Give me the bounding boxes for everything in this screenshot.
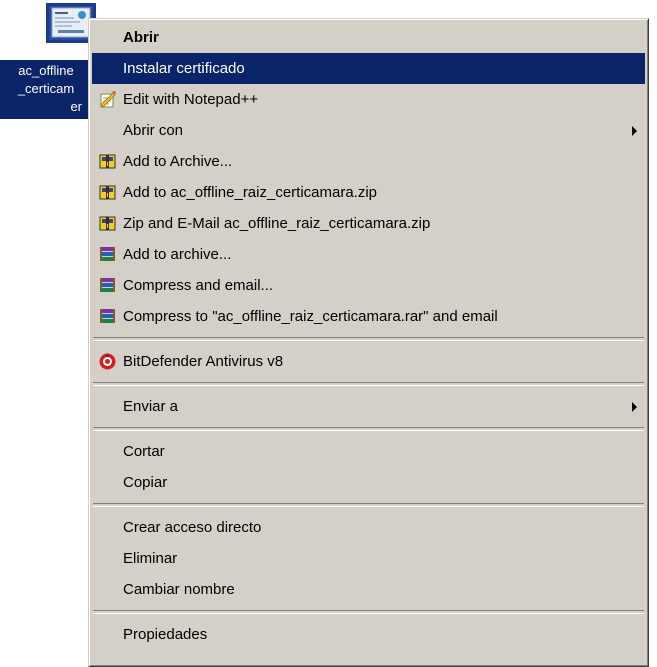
menu-item-label: Add to ac_offline_raiz_certicamara.zip: [123, 184, 378, 201]
menu-separator: [93, 337, 644, 341]
menu-item-label: Edit with Notepad++: [123, 91, 259, 108]
notepad-plus-plus-icon: [100, 91, 116, 108]
menu-item-label: Zip and E-Mail ac_offline_raiz_certicama…: [123, 215, 431, 232]
submenu-arrow-icon: [632, 402, 637, 412]
menu-separator: [93, 382, 644, 386]
menu-item-compress-to-rar-and-email[interactable]: Compress to "ac_offline_raiz_certicamara…: [92, 301, 645, 332]
menu-separator: [93, 503, 644, 507]
winrar-icon: [100, 247, 115, 261]
file-label-line-3: er: [70, 99, 82, 114]
menu-separator: [93, 610, 644, 614]
file-label-line-2: _certicam: [17, 81, 75, 96]
menu-item-propiedades[interactable]: Propiedades: [92, 619, 645, 650]
menu-item-label: Cambiar nombre: [123, 581, 235, 598]
menu-item-label: Propiedades: [123, 626, 208, 643]
menu-item-label: Copiar: [123, 474, 168, 491]
menu-item-cambiar-nombre[interactable]: Cambiar nombre: [92, 574, 645, 605]
menu-item-label: Abrir con: [123, 122, 184, 139]
menu-item-abrir-con[interactable]: Abrir con: [92, 115, 645, 146]
context-menu: Abrir Instalar certificado Edit with Not…: [88, 18, 649, 667]
menu-item-label: Compress to "ac_offline_raiz_certicamara…: [123, 308, 498, 325]
menu-item-edit-with-notepad[interactable]: Edit with Notepad++: [92, 84, 645, 115]
winzip-icon: [99, 185, 116, 200]
menu-item-crear-acceso-directo[interactable]: Crear acceso directo: [92, 512, 645, 543]
winzip-icon: [99, 216, 116, 231]
menu-item-label: Abrir: [123, 29, 159, 46]
file-label-line-1: ac_offline: [18, 63, 74, 78]
menu-item-instalar-certificado[interactable]: Instalar certificado: [92, 53, 645, 84]
submenu-arrow-icon: [632, 126, 637, 136]
menu-item-label: Compress and email...: [123, 277, 274, 294]
menu-item-label: Enviar a: [123, 398, 179, 415]
file-label[interactable]: ac_offline _certicam er: [0, 60, 92, 119]
menu-item-label: Add to Archive...: [123, 153, 233, 170]
menu-item-label: Cortar: [123, 443, 165, 460]
menu-item-eliminar[interactable]: Eliminar: [92, 543, 645, 574]
menu-item-label: Eliminar: [123, 550, 178, 567]
menu-item-label: Add to archive...: [123, 246, 232, 263]
winrar-icon: [100, 278, 115, 292]
menu-item-compress-and-email[interactable]: Compress and email...: [92, 270, 645, 301]
menu-item-label: Instalar certificado: [123, 60, 245, 77]
menu-item-label: Crear acceso directo: [123, 519, 262, 536]
menu-item-zip-and-email[interactable]: Zip and E-Mail ac_offline_raiz_certicama…: [92, 208, 645, 239]
menu-item-label: BitDefender Antivirus v8: [123, 353, 284, 370]
bitdefender-icon: [99, 353, 116, 370]
menu-item-add-to-zip[interactable]: Add to ac_offline_raiz_certicamara.zip: [92, 177, 645, 208]
menu-item-abrir[interactable]: Abrir: [92, 22, 645, 53]
winzip-icon: [99, 154, 116, 169]
menu-item-add-to-archive-zip[interactable]: Add to Archive...: [92, 146, 645, 177]
menu-item-bitdefender[interactable]: BitDefender Antivirus v8: [92, 346, 645, 377]
menu-separator: [93, 427, 644, 431]
menu-item-add-to-archive-rar[interactable]: Add to archive...: [92, 239, 645, 270]
menu-item-cortar[interactable]: Cortar: [92, 436, 645, 467]
menu-item-enviar-a[interactable]: Enviar a: [92, 391, 645, 422]
menu-item-copiar[interactable]: Copiar: [92, 467, 645, 498]
winrar-icon: [100, 309, 115, 323]
